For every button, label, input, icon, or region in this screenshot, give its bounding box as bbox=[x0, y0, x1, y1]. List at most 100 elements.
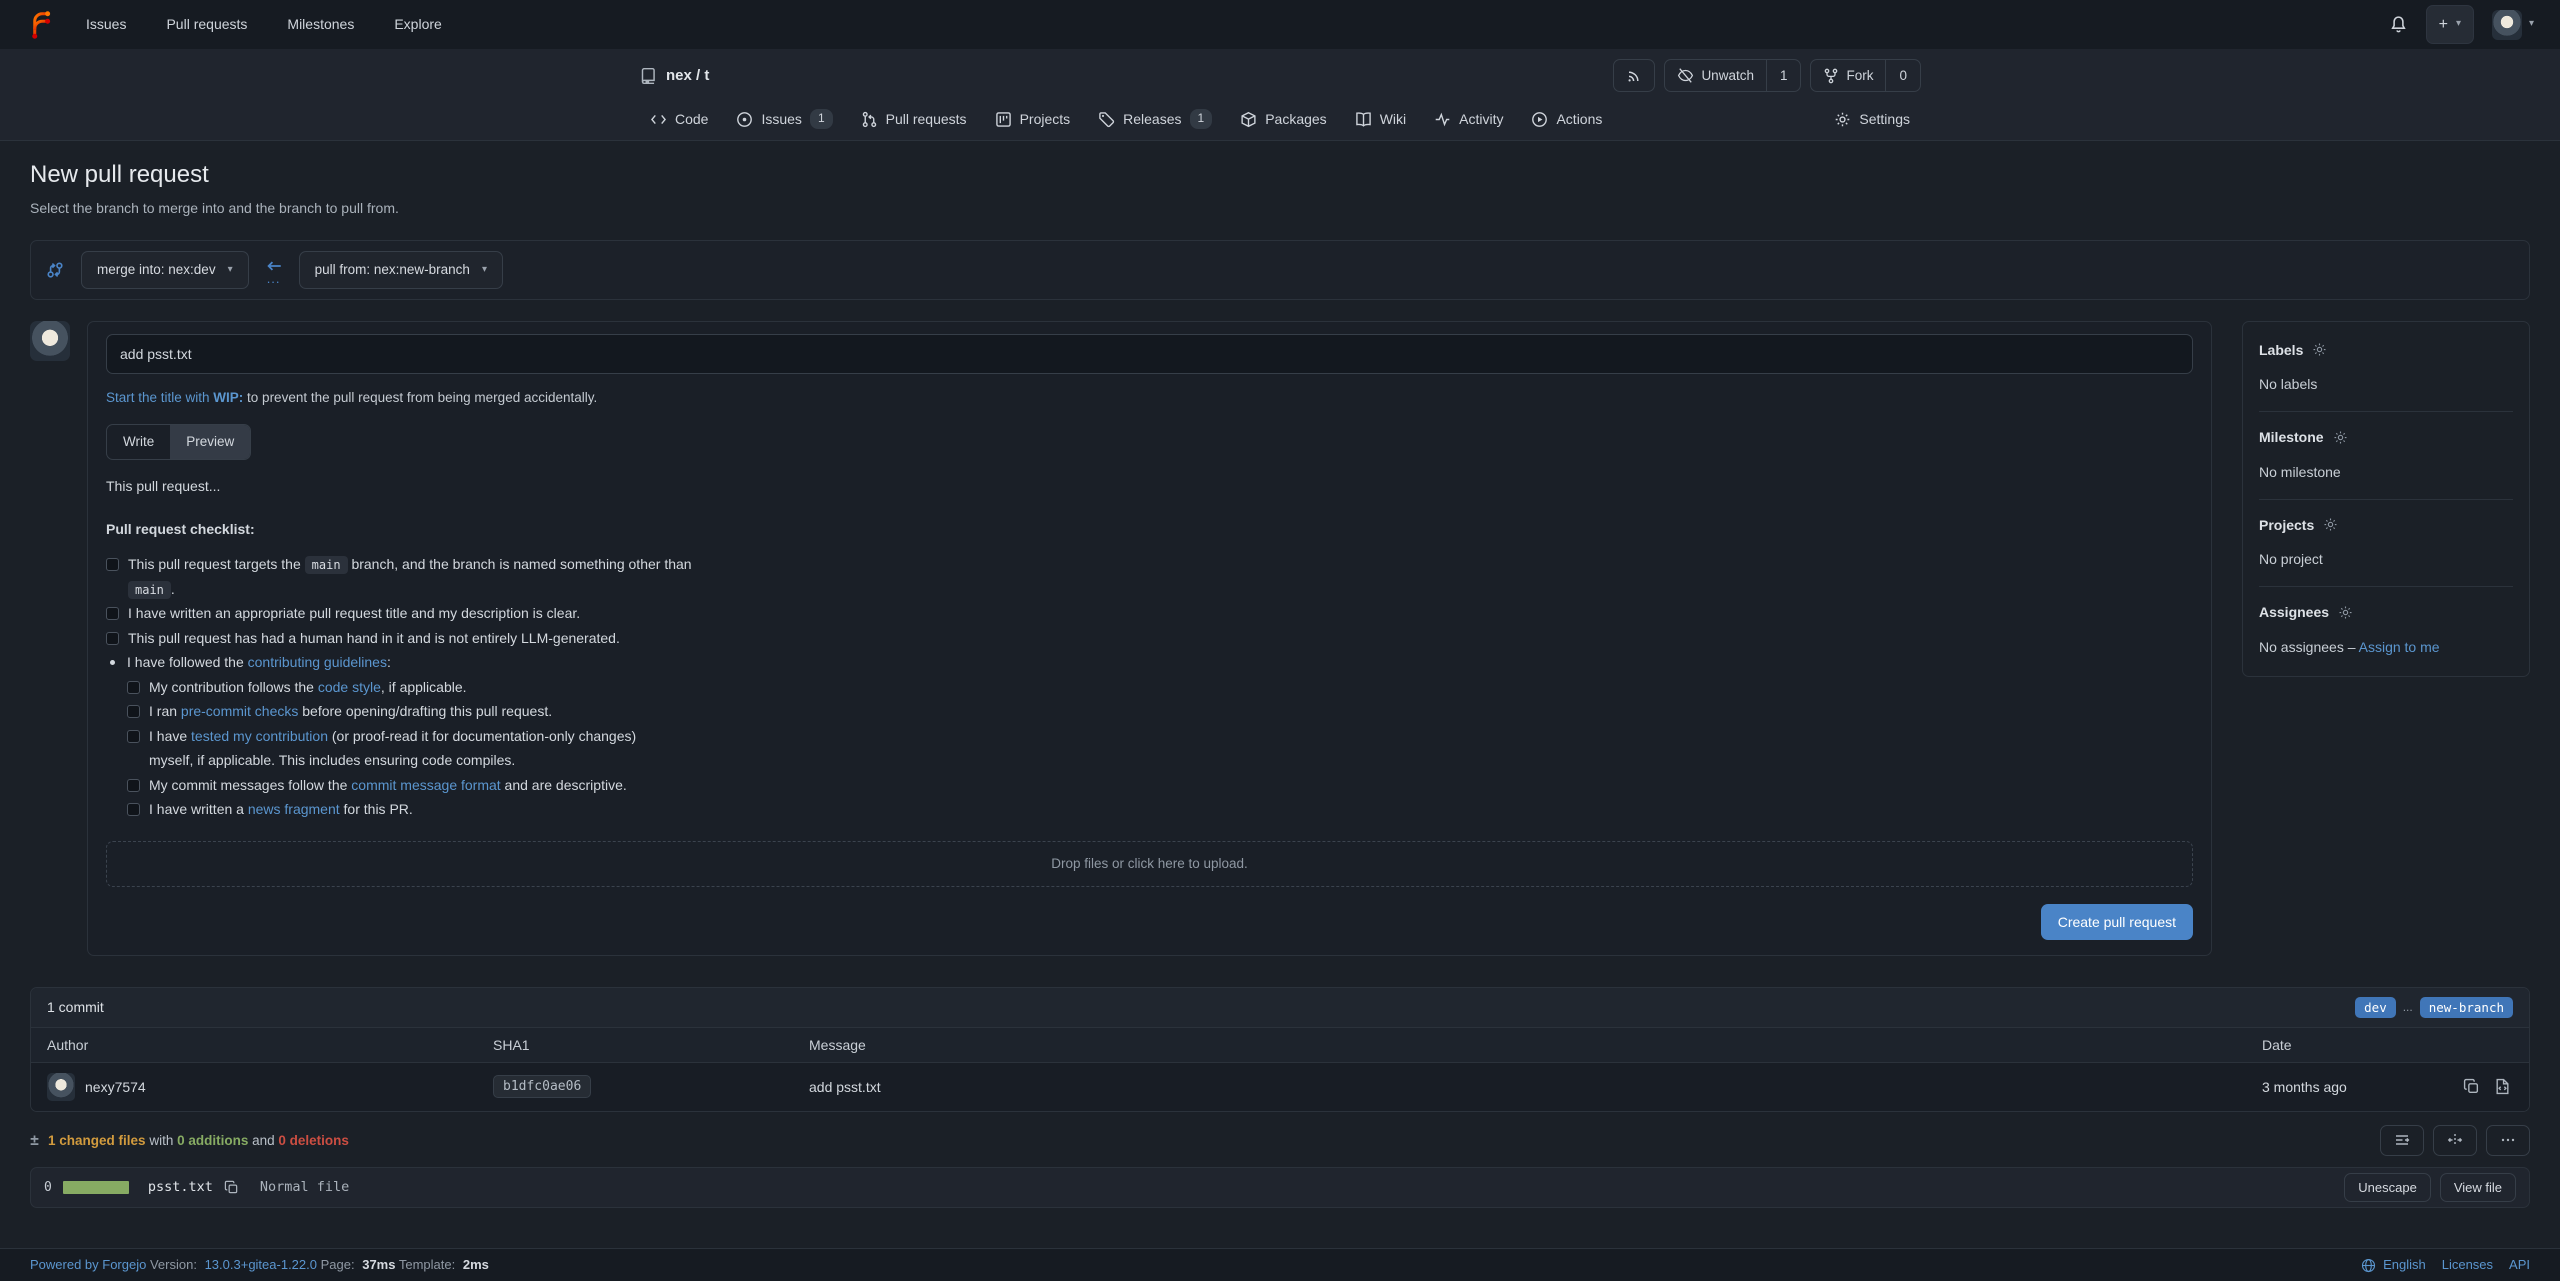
checkbox[interactable] bbox=[106, 558, 119, 571]
checklist-link[interactable]: tested my contribution bbox=[191, 728, 328, 744]
whitespace-options-button[interactable] bbox=[2380, 1125, 2424, 1156]
assign-to-me-link[interactable]: Assign to me bbox=[2359, 639, 2440, 655]
tab-packages[interactable]: Packages bbox=[1229, 98, 1337, 140]
checkbox[interactable] bbox=[127, 779, 140, 792]
checkbox[interactable] bbox=[127, 681, 140, 694]
fork-icon bbox=[1823, 68, 1839, 84]
nav-link-issues[interactable]: Issues bbox=[86, 14, 126, 34]
tab-preview[interactable]: Preview bbox=[170, 425, 250, 459]
api-link[interactable]: API bbox=[2509, 1256, 2530, 1275]
checklist-item: This pull request targets the main branc… bbox=[106, 552, 2193, 601]
checklist-link[interactable]: commit message format bbox=[351, 777, 500, 793]
col-date-header: Date bbox=[2262, 1035, 2437, 1055]
template-time-label: Template: bbox=[399, 1257, 455, 1272]
eye-off-icon bbox=[1677, 67, 1694, 84]
forgejo-logo-icon[interactable] bbox=[26, 10, 56, 40]
version-label: Version: bbox=[150, 1257, 197, 1272]
checklist-text: I have written an appropriate pull reque… bbox=[128, 605, 580, 621]
tab-projects[interactable]: Projects bbox=[984, 98, 1082, 140]
tab-activity[interactable]: Activity bbox=[1423, 98, 1514, 140]
gear-icon[interactable] bbox=[2323, 517, 2338, 532]
file-dropzone[interactable]: Drop files or click here to upload. bbox=[106, 841, 2193, 887]
tab-pull-requests[interactable]: Pull requests bbox=[850, 98, 978, 140]
chevron-down-icon: ▾ bbox=[228, 263, 233, 278]
nav-link-milestones[interactable]: Milestones bbox=[287, 14, 354, 34]
diff-stats-toggle-icon[interactable]: ± bbox=[30, 1131, 39, 1149]
sidebar-empty-label: No project bbox=[2259, 551, 2323, 567]
user-menu[interactable]: ▾ bbox=[2492, 10, 2534, 40]
powered-by-link[interactable]: Powered by Forgejo bbox=[30, 1257, 146, 1272]
sidebar-title-label: Milestone bbox=[2259, 427, 2324, 447]
split-view-button[interactable] bbox=[2433, 1125, 2477, 1156]
tab-write[interactable]: Write bbox=[107, 425, 170, 459]
gear-icon[interactable] bbox=[2338, 605, 2353, 620]
file-name[interactable]: psst.txt bbox=[148, 1179, 213, 1195]
list-item: I have followed the contributing guideli… bbox=[106, 650, 2193, 675]
tab-settings[interactable]: Settings bbox=[1823, 98, 1921, 140]
create-new-button[interactable]: + ▾ bbox=[2426, 5, 2474, 44]
rss-button[interactable] bbox=[1613, 59, 1655, 93]
view-file-at-commit-icon[interactable] bbox=[2494, 1078, 2511, 1095]
licenses-link[interactable]: Licenses bbox=[2442, 1256, 2493, 1275]
sidebar-empty-text: No milestone bbox=[2259, 462, 2513, 482]
tab-code[interactable]: Code bbox=[639, 98, 719, 140]
fork-button[interactable]: Fork 0 bbox=[1810, 59, 1921, 93]
checkbox[interactable] bbox=[106, 607, 119, 620]
pull-from-dropdown[interactable]: pull from: nex:new-branch ▾ bbox=[299, 251, 503, 289]
checklist-text: I ran bbox=[149, 703, 181, 719]
checklist-link[interactable]: pre-commit checks bbox=[181, 703, 298, 719]
code-icon bbox=[650, 111, 667, 128]
sidebar-section-title: Projects bbox=[2259, 515, 2513, 535]
sidebar-empty-text: No project bbox=[2259, 549, 2513, 569]
sidebar-section-title: Labels bbox=[2259, 340, 2513, 360]
chevron-down-icon: ▾ bbox=[482, 263, 487, 278]
checklist-item-text: I have written a news fragment for this … bbox=[149, 797, 413, 822]
wip-link[interactable]: Start the title with WIP: bbox=[106, 390, 243, 405]
avatar bbox=[2492, 10, 2522, 40]
tab-wiki[interactable]: Wiki bbox=[1344, 98, 1417, 140]
plus-icon: + bbox=[2439, 13, 2448, 36]
swap-branches-button[interactable]: ... bbox=[265, 257, 283, 283]
unwatch-button[interactable]: Unwatch 1 bbox=[1664, 59, 1801, 93]
head-branch-badge[interactable]: new-branch bbox=[2420, 997, 2513, 1018]
checkbox[interactable] bbox=[106, 632, 119, 645]
checklist-link[interactable]: news fragment bbox=[248, 801, 340, 817]
language-selector[interactable]: English bbox=[2361, 1256, 2426, 1275]
unescape-button[interactable]: Unescape bbox=[2344, 1173, 2431, 1202]
checkbox[interactable] bbox=[127, 803, 140, 816]
sidebar-title-label: Assignees bbox=[2259, 602, 2329, 622]
copy-filename-icon[interactable] bbox=[224, 1180, 239, 1195]
diff-options-kebab-button[interactable] bbox=[2486, 1125, 2530, 1156]
ellipsis-icon: ... bbox=[267, 275, 281, 283]
tab-actions[interactable]: Actions bbox=[1520, 98, 1613, 140]
watch-count[interactable]: 1 bbox=[1766, 60, 1801, 92]
commit-author[interactable]: nexy7574 bbox=[85, 1077, 146, 1097]
create-pull-request-button[interactable]: Create pull request bbox=[2041, 904, 2193, 940]
notifications-bell-icon[interactable] bbox=[2389, 15, 2408, 34]
copy-sha-icon[interactable] bbox=[2463, 1078, 2480, 1095]
checkbox[interactable] bbox=[127, 730, 140, 743]
version-link[interactable]: 13.0.3+gitea-1.22.0 bbox=[205, 1257, 317, 1272]
gear-icon[interactable] bbox=[2333, 430, 2348, 445]
checkbox[interactable] bbox=[127, 705, 140, 718]
tab-releases[interactable]: Releases1 bbox=[1087, 98, 1223, 140]
checklist-link[interactable]: contributing guidelines bbox=[248, 654, 387, 670]
commit-sha-badge[interactable]: b1dfc0ae06 bbox=[493, 1075, 591, 1098]
repo-name[interactable]: nex / t bbox=[666, 65, 709, 87]
checklist-heading: Pull request checklist: bbox=[106, 519, 2193, 539]
tab-issues[interactable]: Issues1 bbox=[725, 98, 843, 140]
commit-message[interactable]: add psst.txt bbox=[809, 1077, 2262, 1097]
base-branch-badge[interactable]: dev bbox=[2355, 997, 2396, 1018]
git-compare-icon bbox=[45, 260, 65, 280]
nav-link-explore[interactable]: Explore bbox=[394, 14, 441, 34]
fork-count[interactable]: 0 bbox=[1885, 60, 1920, 92]
nav-link-pull-requests[interactable]: Pull requests bbox=[166, 14, 247, 34]
pr-title-input[interactable] bbox=[106, 334, 2193, 374]
checklist-link[interactable]: code style bbox=[318, 679, 381, 695]
view-file-button[interactable]: View file bbox=[2440, 1173, 2516, 1202]
gear-icon[interactable] bbox=[2312, 342, 2327, 357]
sidebar-section-title: Assignees bbox=[2259, 602, 2513, 622]
checklist-item: I have written a news fragment for this … bbox=[127, 797, 2193, 822]
merge-into-dropdown[interactable]: merge into: nex:dev ▾ bbox=[81, 251, 249, 289]
checklist-item-text: This pull request has had a human hand i… bbox=[128, 626, 620, 651]
